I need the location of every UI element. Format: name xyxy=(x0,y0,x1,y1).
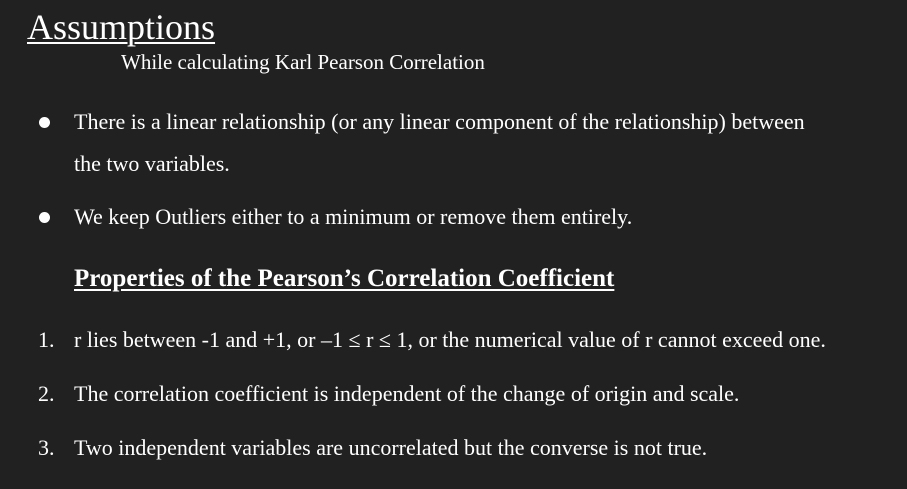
slide: Assumptions While calculating Karl Pears… xyxy=(0,0,907,489)
assumption-1-line-1: There is a linear relationship (or any l… xyxy=(74,109,805,134)
slide-subtitle: While calculating Karl Pearson Correlati… xyxy=(121,50,485,74)
property-2-number: 2. xyxy=(38,381,55,406)
property-1-text: r lies between -1 and +1, or –1 ≤ r ≤ 1,… xyxy=(74,327,826,352)
property-2-text: The correlation coefficient is independe… xyxy=(74,381,740,406)
properties-heading: Properties of the Pearson’s Correlation … xyxy=(74,265,615,292)
assumption-2-line-1: We keep Outliers either to a minimum or … xyxy=(74,204,633,229)
bullet-dot xyxy=(39,117,50,128)
property-1-number: 1. xyxy=(38,327,55,352)
property-3-text: Two independent variables are uncorrelat… xyxy=(74,435,708,460)
bullet-dot xyxy=(39,212,50,223)
assumption-1-line-2: the two variables. xyxy=(74,151,230,176)
slide-title: Assumptions xyxy=(27,7,216,47)
property-3-number: 3. xyxy=(38,435,55,460)
